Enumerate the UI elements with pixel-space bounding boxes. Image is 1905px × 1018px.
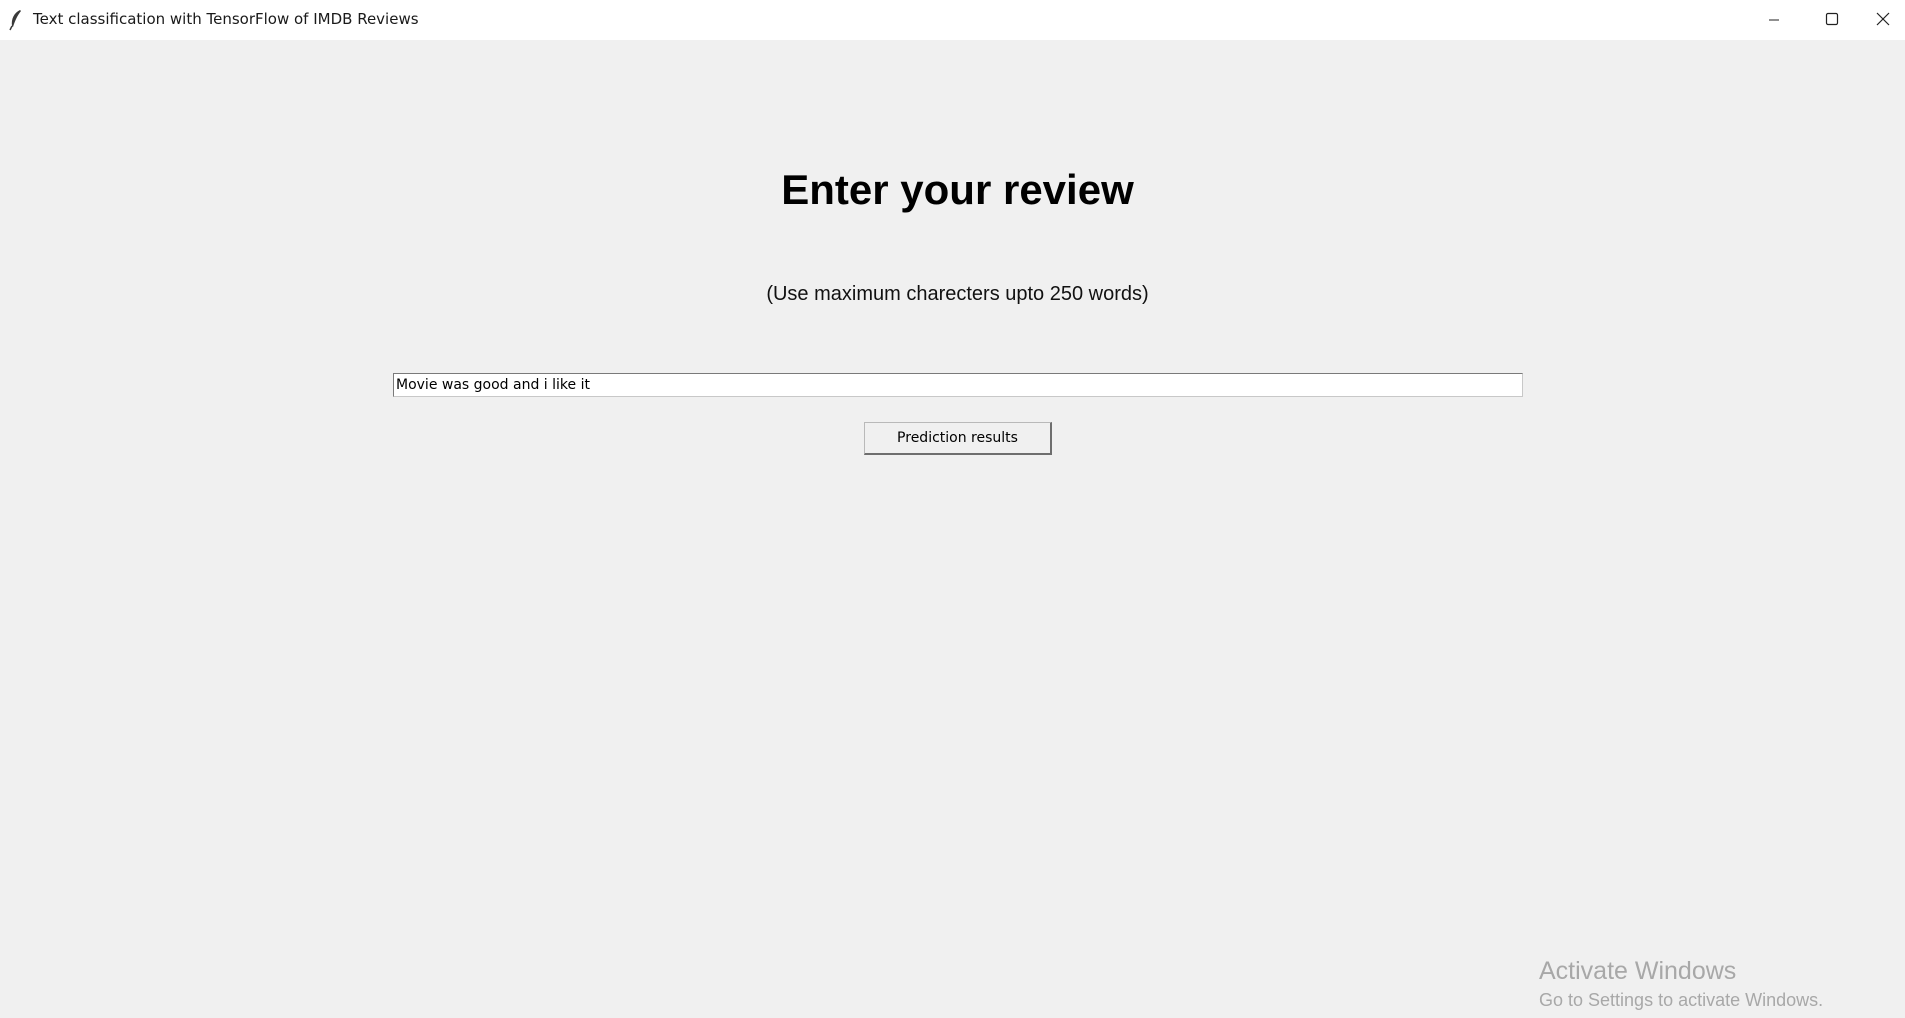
main-content: Enter your review (Use maximum charecter… (0, 40, 1905, 1018)
close-button[interactable] (1861, 0, 1905, 40)
page-heading: Enter your review (781, 166, 1134, 213)
character-limit-hint: (Use maximum charecters upto 250 words) (766, 283, 1149, 305)
activate-windows-subtitle: Go to Settings to activate Windows. (1539, 990, 1824, 1010)
title-bar[interactable]: Text classification with TensorFlow of I… (0, 0, 1905, 40)
prediction-results-button[interactable]: Prediction results (864, 422, 1052, 455)
app-window: Text classification with TensorFlow of I… (0, 0, 1905, 1018)
activate-windows-title: Activate Windows (1539, 957, 1737, 985)
maximize-button[interactable] (1803, 0, 1861, 40)
window-title: Text classification with TensorFlow of I… (33, 10, 419, 28)
minimize-button[interactable] (1745, 0, 1803, 40)
close-icon (1876, 11, 1890, 30)
maximize-icon (1825, 11, 1839, 30)
minimize-icon (1768, 11, 1780, 30)
feather-icon (8, 9, 24, 31)
review-input[interactable] (393, 373, 1523, 397)
